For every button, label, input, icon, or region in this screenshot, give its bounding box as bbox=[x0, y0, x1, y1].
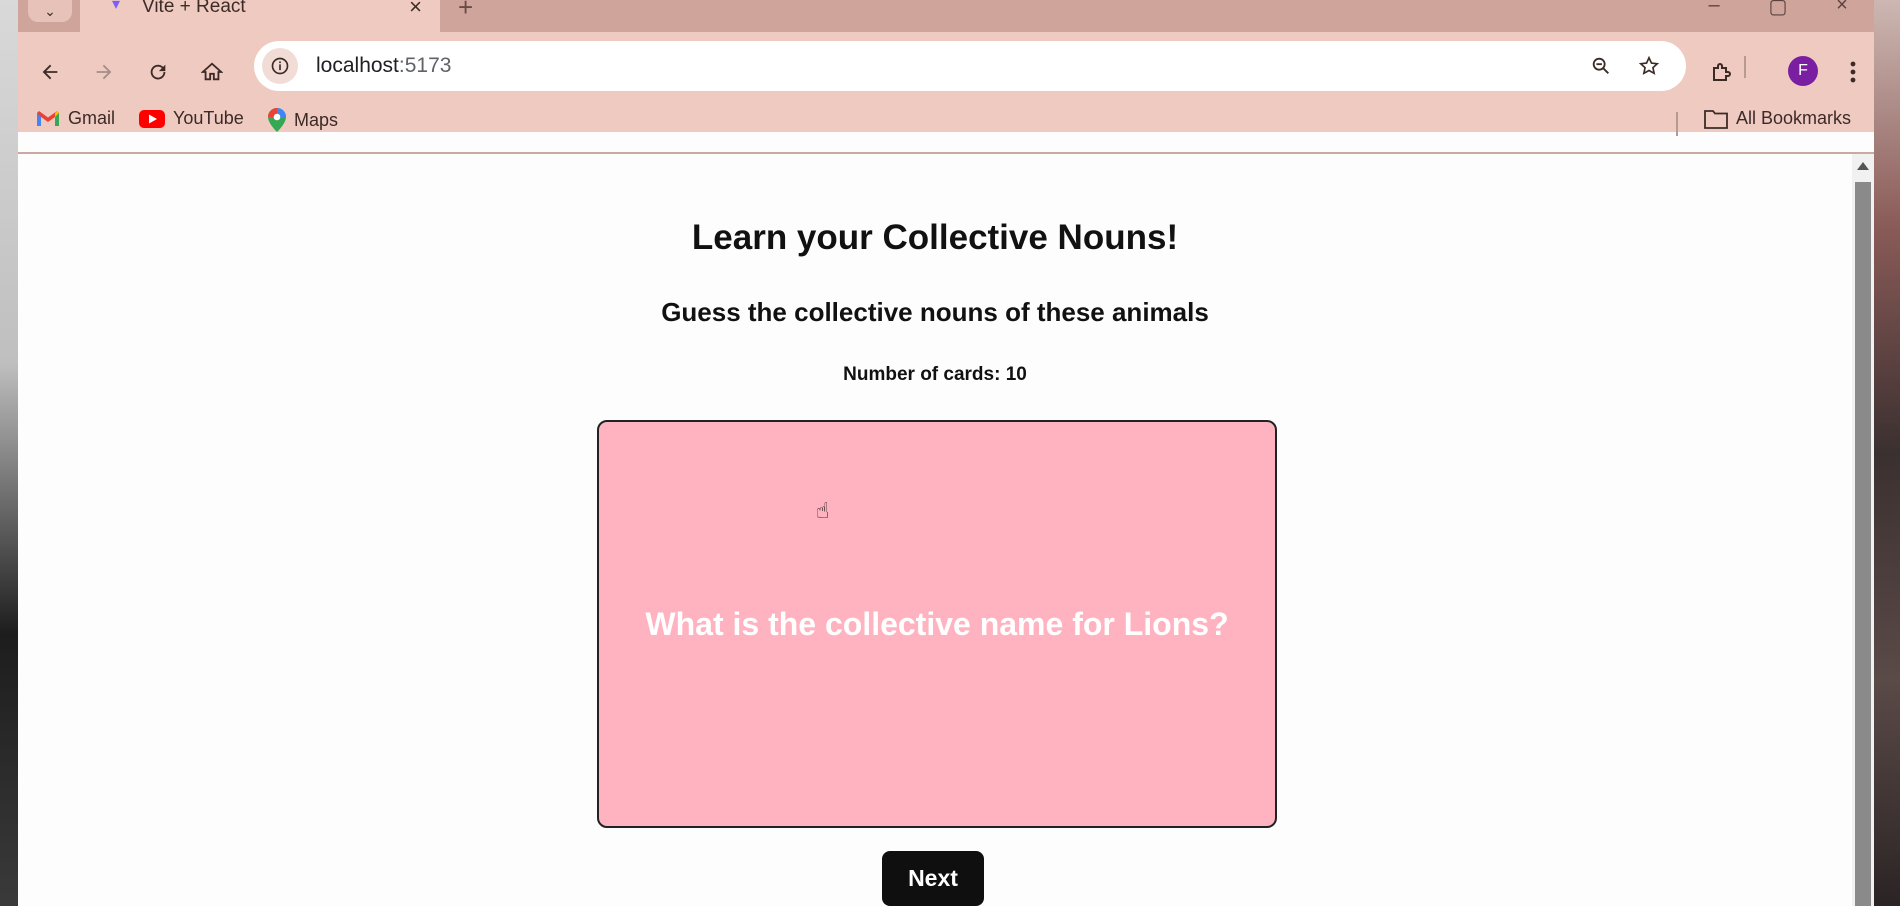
url-port: :5173 bbox=[398, 54, 452, 77]
extensions-icon[interactable] bbox=[1704, 54, 1740, 90]
url-text[interactable]: localhost:5173 bbox=[316, 54, 451, 78]
back-arrow-icon bbox=[42, 64, 58, 80]
home-icon bbox=[201, 62, 223, 81]
reload-icon bbox=[150, 64, 166, 80]
kebab-menu-icon[interactable] bbox=[1838, 54, 1868, 90]
maps-icon bbox=[268, 108, 286, 132]
minimize-button[interactable]: – bbox=[1682, 0, 1746, 16]
forward-button[interactable] bbox=[84, 52, 124, 92]
folder-icon bbox=[1704, 109, 1728, 129]
desktop-background-left bbox=[0, 0, 18, 906]
new-tab-button[interactable]: + bbox=[458, 0, 473, 23]
close-window-button[interactable]: × bbox=[1810, 0, 1874, 16]
bookmark-maps[interactable]: Maps bbox=[268, 108, 338, 132]
scroll-up-arrow-icon[interactable] bbox=[1857, 162, 1869, 170]
all-bookmarks-button[interactable]: All Bookmarks bbox=[1704, 108, 1851, 129]
address-bar[interactable]: localhost:5173 bbox=[254, 41, 1686, 91]
browser-window: ⌄ ▾ Vite + React × + – ▢ × localhost:517… bbox=[18, 0, 1874, 906]
hand-cursor-icon: ☝ bbox=[816, 498, 830, 523]
forward-arrow-icon bbox=[96, 64, 112, 80]
site-info-icon[interactable] bbox=[262, 48, 298, 84]
desktop-background-right bbox=[1874, 0, 1900, 906]
home-button[interactable] bbox=[192, 52, 232, 92]
vite-favicon-icon: ▾ bbox=[112, 0, 121, 13]
tab-strip: ⌄ ▾ Vite + React × + – ▢ × bbox=[18, 0, 1874, 32]
profile-avatar[interactable]: F bbox=[1788, 56, 1818, 86]
bookmark-label: Maps bbox=[294, 109, 339, 130]
bookmark-gmail[interactable]: Gmail bbox=[36, 108, 115, 129]
tab-title: Vite + React bbox=[142, 0, 246, 17]
scrollbar-thumb[interactable] bbox=[1855, 182, 1871, 906]
url-host: localhost bbox=[316, 54, 399, 77]
bookmark-youtube[interactable]: YouTube bbox=[139, 108, 244, 129]
bookmark-star-icon[interactable] bbox=[1634, 51, 1664, 81]
toolbar-divider bbox=[1744, 56, 1746, 78]
maximize-button[interactable]: ▢ bbox=[1746, 0, 1810, 18]
tab-vite-react[interactable]: ▾ Vite + React × bbox=[80, 0, 440, 32]
window-controls: – ▢ × bbox=[1682, 0, 1874, 18]
all-bookmarks-label: All Bookmarks bbox=[1736, 108, 1852, 128]
page-content: Learn your Collective Nouns! Guess the c… bbox=[18, 154, 1852, 906]
reload-button[interactable] bbox=[138, 52, 178, 92]
flashcard[interactable]: What is the collective name for Lions? bbox=[597, 420, 1277, 828]
bookmark-label: YouTube bbox=[173, 108, 244, 128]
tab-close-icon[interactable]: × bbox=[409, 0, 422, 20]
bookmarks-bar: Gmail YouTube Maps All Bookmarks bbox=[18, 104, 1874, 140]
card-count: Number of cards: 10 bbox=[843, 364, 1027, 385]
chevron-down-icon: ⌄ bbox=[44, 2, 56, 19]
gmail-icon bbox=[37, 110, 59, 126]
page-title: Learn your Collective Nouns! bbox=[691, 218, 1179, 257]
youtube-icon bbox=[139, 109, 165, 128]
flashcard-question: What is the collective name for Lions? bbox=[645, 605, 1229, 642]
zoom-icon[interactable] bbox=[1586, 51, 1616, 81]
bookmark-label: Gmail bbox=[68, 108, 116, 128]
bookmarks-divider bbox=[1676, 112, 1678, 136]
page-subtitle: Guess the collective nouns of these anim… bbox=[661, 297, 1209, 327]
back-button[interactable] bbox=[30, 52, 70, 92]
tab-search-button[interactable]: ⌄ bbox=[28, 0, 72, 22]
next-button[interactable]: Next bbox=[882, 851, 984, 906]
page-scrollbar[interactable] bbox=[1852, 154, 1874, 906]
